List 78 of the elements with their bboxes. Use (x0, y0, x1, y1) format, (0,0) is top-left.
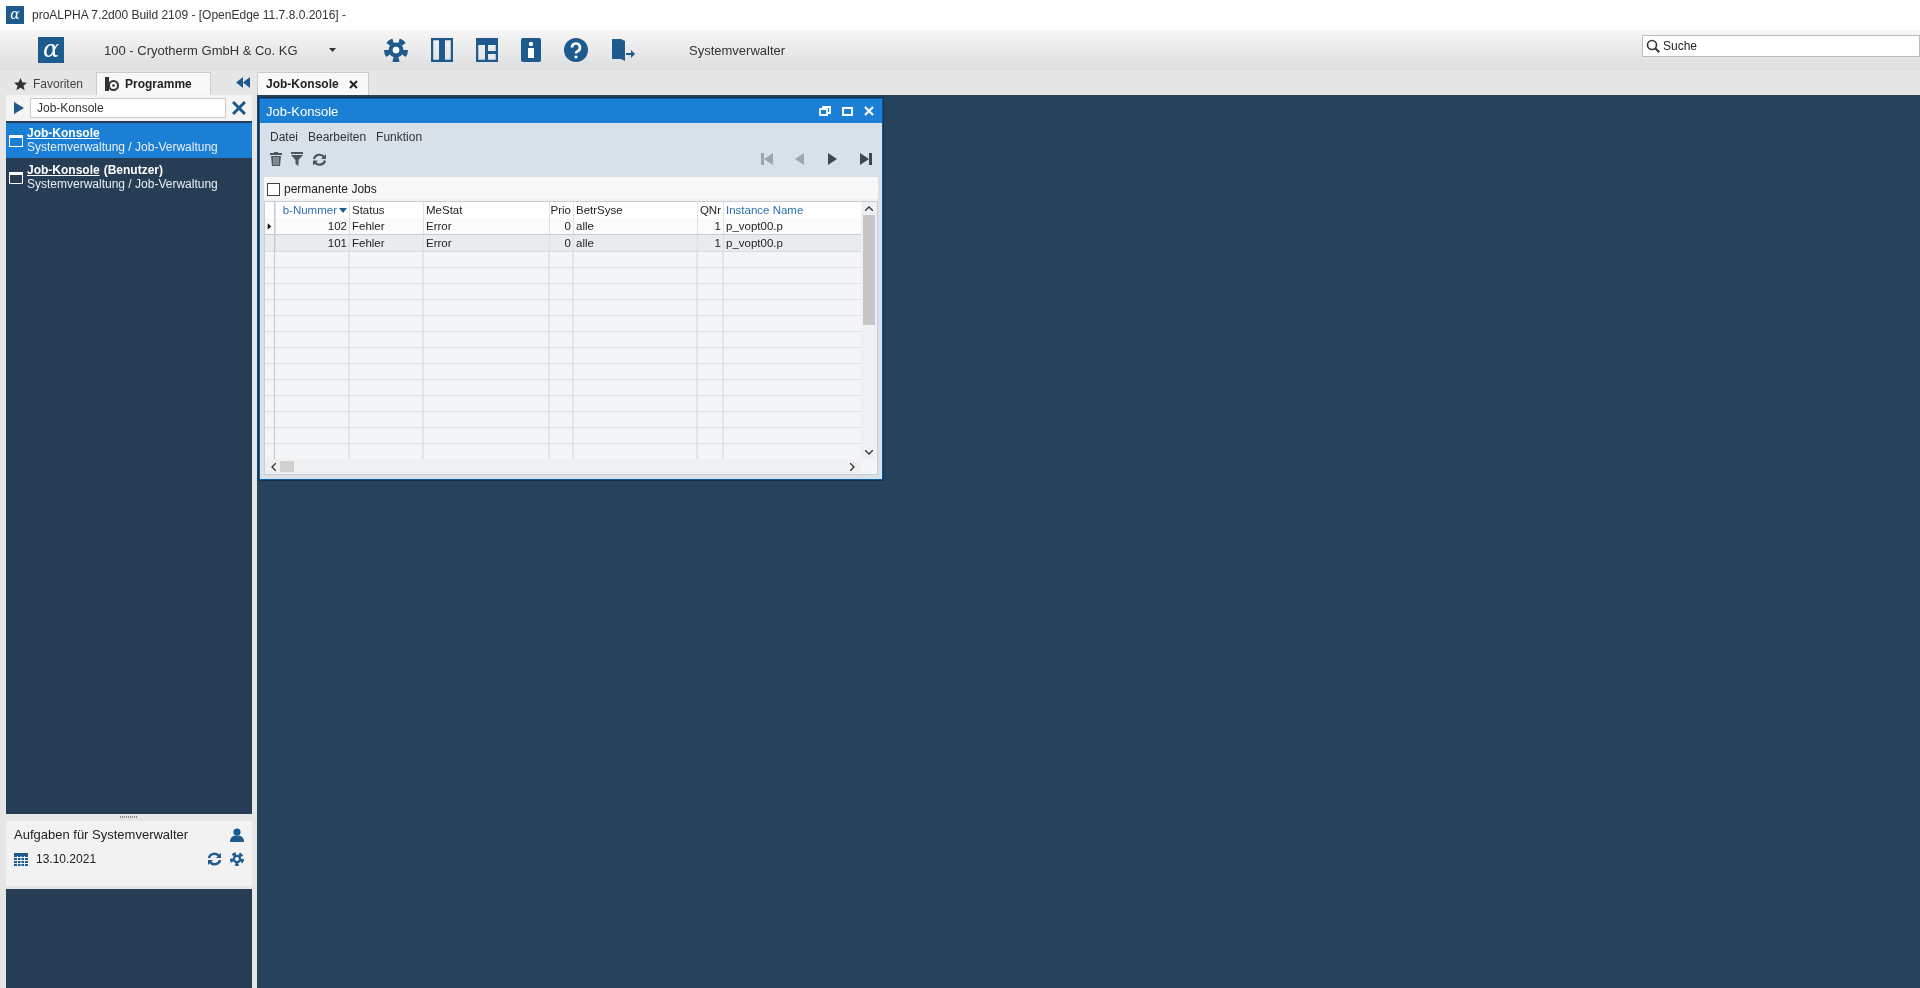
sidebar-tab[interactable]: Programme (96, 72, 211, 95)
table-cell: 101 (275, 235, 349, 251)
program-item[interactable]: Job-Konsole Systemverwaltung / Job-Verwaltung (6, 123, 252, 158)
app-logo: α (6, 6, 24, 24)
table-cell: 102 (275, 218, 349, 234)
table-cell: alle (573, 218, 697, 234)
search-icon (1646, 39, 1660, 53)
restore-icon[interactable] (819, 106, 831, 116)
next-record-icon[interactable] (827, 153, 839, 165)
table-cell: 0 (549, 218, 573, 234)
grid-layout-icon[interactable] (476, 38, 498, 62)
info-icon[interactable] (521, 38, 541, 62)
table-row[interactable]: 101 Fehler Error 0 alle 1 p_vopt00.p (265, 235, 861, 252)
horizontal-scrollbar[interactable] (265, 459, 861, 474)
last-record-icon[interactable] (860, 153, 872, 165)
checkbox[interactable] (267, 182, 280, 196)
caret-icon (329, 48, 336, 52)
sidebar-tab[interactable]: Favoriten (6, 73, 94, 95)
sort-descending-icon (339, 207, 347, 213)
scroll-right-icon[interactable] (850, 462, 855, 471)
clear-icon[interactable] (232, 101, 246, 115)
star-icon (14, 77, 27, 91)
search-field[interactable]: Suche (1642, 35, 1920, 57)
table-cell: Fehler (349, 218, 423, 234)
company-dropdown[interactable]: 100 - Cryotherm GmbH & Co. KG (104, 42, 336, 58)
program-suffix: (Benutzer) (103, 163, 163, 177)
table-cell: 0 (549, 235, 573, 251)
collapse-icon[interactable] (236, 77, 250, 88)
help-icon[interactable] (564, 38, 588, 62)
disc-icon (105, 77, 120, 91)
scroll-up-icon[interactable] (865, 206, 873, 211)
refresh-icon[interactable] (312, 152, 327, 166)
close-icon[interactable] (348, 79, 358, 89)
trash-icon[interactable] (270, 152, 282, 166)
table-cell: 1 (697, 235, 723, 251)
table-cell: alle (573, 235, 697, 251)
user-name: Systemverwalter (689, 42, 786, 58)
scroll-left-icon[interactable] (271, 462, 276, 471)
window-icon (9, 135, 23, 147)
maximize-icon[interactable] (842, 106, 853, 116)
document-tab[interactable]: Job-Konsole (257, 72, 369, 95)
checkbox-label: permanente Jobs (284, 182, 377, 196)
table-cell: Fehler (349, 235, 423, 251)
filter-icon[interactable] (291, 152, 303, 166)
scroll-thumb[interactable] (863, 215, 875, 325)
table-cell: 1 (697, 218, 723, 234)
program-search-field[interactable]: Job-Konsole (30, 98, 226, 118)
menu-item[interactable]: Datei (270, 130, 298, 144)
tasks-title: Aufgaben für Systemverwalter (14, 827, 190, 842)
vertical-scrollbar[interactable] (861, 202, 877, 459)
table-cell: p_vopt00.p (723, 218, 855, 234)
table-cell: Error (423, 235, 549, 251)
task-date: 13.10.2021 (36, 852, 97, 866)
menu-item[interactable]: Bearbeiten (308, 130, 367, 144)
table-cell: p_vopt00.p (723, 235, 855, 251)
calendar-icon[interactable] (14, 852, 28, 866)
play-icon[interactable] (14, 102, 24, 114)
program-item[interactable]: Job-Konsole (Benutzer) Systemverwaltung / Job-Verwaltung (6, 160, 252, 195)
program-path: Systemverwaltung / Job-Verwaltung (27, 140, 218, 154)
window-icon (9, 172, 23, 184)
refresh-icon[interactable] (207, 852, 222, 866)
app-logo: α (38, 37, 64, 63)
program-path: Systemverwaltung / Job-Verwaltung (27, 177, 218, 191)
table-row[interactable]: 102 Fehler Error 0 alle 1 p_vopt00.p (265, 218, 861, 235)
scroll-down-icon[interactable] (865, 450, 873, 455)
sidebar-layout-icon[interactable] (431, 38, 453, 62)
settings-icon[interactable] (384, 38, 408, 62)
menu-item[interactable]: Funktion (376, 130, 423, 144)
scroll-thumb[interactable] (280, 461, 294, 472)
splitter-grip-icon[interactable] (120, 816, 138, 819)
program-link[interactable]: Job-Konsole (27, 126, 100, 140)
program-link[interactable]: Job-Konsole (27, 163, 100, 177)
settings-icon[interactable] (230, 852, 244, 866)
window-title: proALPHA 7.2d00 Build 2109 - [OpenEdge 11.7.8.0.2016] - (32, 8, 346, 22)
job-window-title: Job-Konsole (266, 103, 339, 119)
exit-icon[interactable] (611, 38, 635, 62)
person-icon[interactable] (230, 827, 244, 842)
table-cell: Error (423, 218, 549, 234)
